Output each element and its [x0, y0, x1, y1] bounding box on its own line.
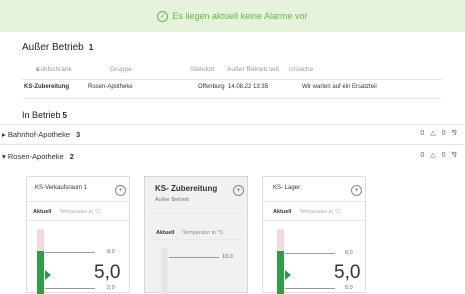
in-service-heading: In Betrieb 5: [22, 110, 67, 120]
cell-group: Rosen-Apotheke: [88, 84, 133, 90]
group-label: Bahnhof-Apotheke: [7, 130, 70, 139]
gauge-pointer-icon: [45, 270, 51, 280]
gauge-tick-lower: [45, 288, 95, 289]
group-name: ▾ Rosen-Apotheke 2: [2, 152, 74, 161]
offline-count: 0: [441, 151, 446, 159]
in-service-title: In Betrieb: [22, 110, 61, 120]
group-status-icons: 0 △ 0 ⅋: [420, 129, 457, 138]
divider: [263, 220, 365, 221]
gauge-lower-label: 5,0: [345, 285, 353, 291]
group-status-icons: 0 △ 0 ⅋: [420, 151, 457, 160]
check-circle-icon: ✓: [157, 10, 169, 22]
warning-icon: △: [430, 152, 436, 159]
gauge-lower-label: 2,0: [107, 285, 115, 291]
gauge-upper-label: 8,0: [345, 250, 353, 256]
disconnected-icon: ⅋: [451, 130, 457, 137]
group-name: ▸ Bahnhof-Apotheke 3: [2, 130, 80, 139]
add-circle-icon[interactable]: +: [115, 185, 126, 196]
warning-count: 0: [420, 151, 425, 159]
table-row[interactable]: KS-Zubereitung Rosen-Apotheke Offenburg …: [22, 84, 442, 94]
column-header-fridge[interactable]: Kühlschrank ▾: [36, 66, 72, 74]
tab-current[interactable]: Aktuell: [273, 209, 291, 215]
fridge-card-zubereitung[interactable]: KS- Zubereitung + Außer Betrieb Aktuell …: [144, 176, 248, 294]
column-header-location[interactable]: Standort: [190, 66, 215, 73]
divider: [27, 201, 129, 202]
group-count: 2: [69, 152, 74, 161]
in-service-count: 5: [62, 111, 67, 120]
gauge-alarm-zone: [37, 229, 44, 251]
divider: [263, 201, 365, 202]
column-header-reason[interactable]: Ursache: [289, 66, 313, 73]
gauge-level: [277, 251, 284, 294]
column-header-since[interactable]: Außer Betrieb seit: [227, 66, 279, 73]
card-tabs: Aktuell Temperatur in °C: [156, 230, 224, 236]
gauge-level: [37, 251, 44, 294]
expand-icon: ▾: [2, 152, 6, 161]
group-count: 3: [76, 130, 81, 139]
card-tabs: Aktuell Temperatur in °C: [33, 209, 101, 215]
group-label: Rosen-Apotheke: [7, 152, 64, 161]
group-row-rosen-apotheke[interactable]: ▾ Rosen-Apotheke 2 0 △ 0 ⅋: [0, 149, 465, 165]
cell-fridge: KS-Zubereitung: [24, 84, 69, 90]
divider: [22, 79, 442, 80]
banner-text: Es liegen aktuell keine Alarme vor: [172, 11, 308, 21]
out-of-service-count: 1: [88, 43, 94, 52]
group-row-bahnhof-apotheke[interactable]: ▸ Bahnhof-Apotheke 3 0 △ 0 ⅋: [0, 127, 465, 143]
warning-icon: △: [430, 130, 436, 137]
fridge-card-verkaufsraum[interactable]: KS-Verkaufsraum 1 + Aktuell Temperatur i…: [26, 176, 130, 294]
fridge-card-lager[interactable]: KS- Lager + Aktuell Temperatur in °C 8,0…: [262, 176, 366, 294]
out-of-service-heading: Außer Betrieb 1: [22, 42, 93, 53]
card-title: KS-Verkaufsraum 1: [35, 185, 88, 191]
out-of-service-title: Außer Betrieb: [22, 42, 84, 53]
cell-reason: Wir warten auf ein Ersatzteil: [302, 84, 377, 90]
gauge-tick-upper: [285, 253, 335, 254]
divider: [0, 124, 465, 125]
card-title: KS- Zubereitung: [155, 184, 218, 193]
gauge-upper-label: 10,0: [222, 254, 233, 260]
tab-current[interactable]: Aktuell: [156, 230, 174, 236]
divider: [0, 144, 465, 145]
gauge-tick-upper: [45, 252, 95, 253]
divider: [151, 213, 243, 214]
gauge-upper-label: 8,0: [107, 249, 115, 255]
card-tabs: Aktuell Temperatur in °C: [273, 209, 341, 215]
divider: [27, 220, 129, 221]
add-circle-icon[interactable]: +: [233, 185, 244, 196]
tab-temperature[interactable]: Temperatur in °C: [299, 209, 340, 215]
tab-current[interactable]: Aktuell: [33, 209, 51, 215]
card-status: Außer Betrieb: [155, 197, 189, 203]
no-alarms-banner: ✓ Es liegen aktuell keine Alarme vor: [0, 0, 465, 32]
cell-since: 14.08.22 13:35: [228, 84, 269, 90]
gauge-alarm-zone: [277, 229, 284, 251]
warning-count: 0: [420, 129, 425, 137]
gauge-tick-lower: [285, 288, 335, 289]
tab-temperature[interactable]: Temperatur in °C: [59, 209, 100, 215]
column-header-group[interactable]: Gruppe: [110, 66, 132, 73]
offline-count: 0: [441, 129, 446, 137]
add-circle-icon[interactable]: +: [351, 185, 362, 196]
expand-icon: ▸: [2, 130, 6, 139]
current-temperature: 5,0: [334, 262, 361, 283]
gauge-empty: [161, 248, 168, 294]
gauge-tick-upper: [169, 257, 219, 258]
current-temperature: 5,0: [94, 262, 121, 283]
tab-temperature[interactable]: Temperatur in °C: [182, 230, 223, 236]
card-title: KS- Lager: [273, 185, 301, 191]
divider: [22, 98, 442, 99]
disconnected-icon: ⅋: [451, 152, 457, 159]
cell-location: Offenburg: [198, 84, 225, 90]
gauge-pointer-icon: [285, 270, 291, 280]
divider: [151, 239, 243, 240]
